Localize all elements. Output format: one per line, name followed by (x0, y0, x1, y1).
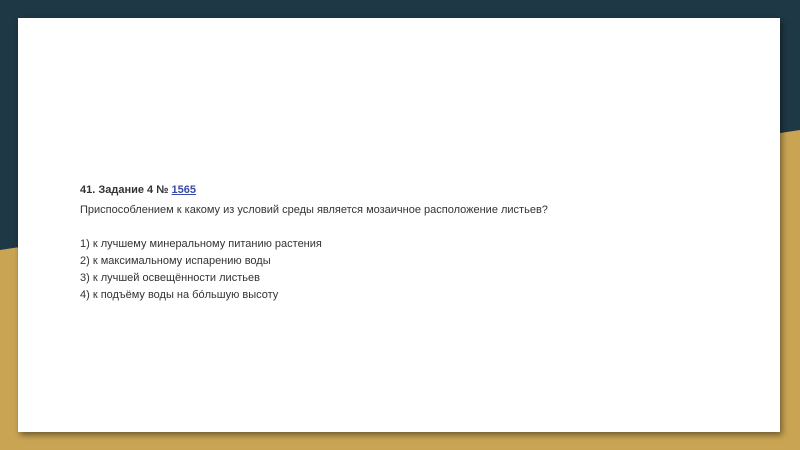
answer-option-1: 1) к лучшему минеральному питанию растен… (80, 238, 322, 250)
task-label: Задание 4 № (98, 184, 169, 196)
task-id-link[interactable]: 1565 (172, 184, 196, 196)
task-header: 41. Задание 4 № 1565 (80, 182, 740, 199)
answer-option-3: 3) к лучшей освещённости листьев (80, 272, 260, 284)
answer-option-4: 4) к подъёму воды на бóльшую высоту (80, 289, 279, 301)
slide: 41. Задание 4 № 1565 Приспособлением к к… (18, 18, 780, 432)
answer-option-2: 2) к максимальному испарению воды (80, 255, 271, 267)
task-number: 41. (80, 184, 96, 196)
task-block: 41. Задание 4 № 1565 Приспособлением к к… (80, 182, 740, 304)
question-text: Приспособлением к какому из условий сред… (80, 204, 548, 216)
answer-options: 1) к лучшему минеральному питанию растен… (80, 236, 740, 304)
